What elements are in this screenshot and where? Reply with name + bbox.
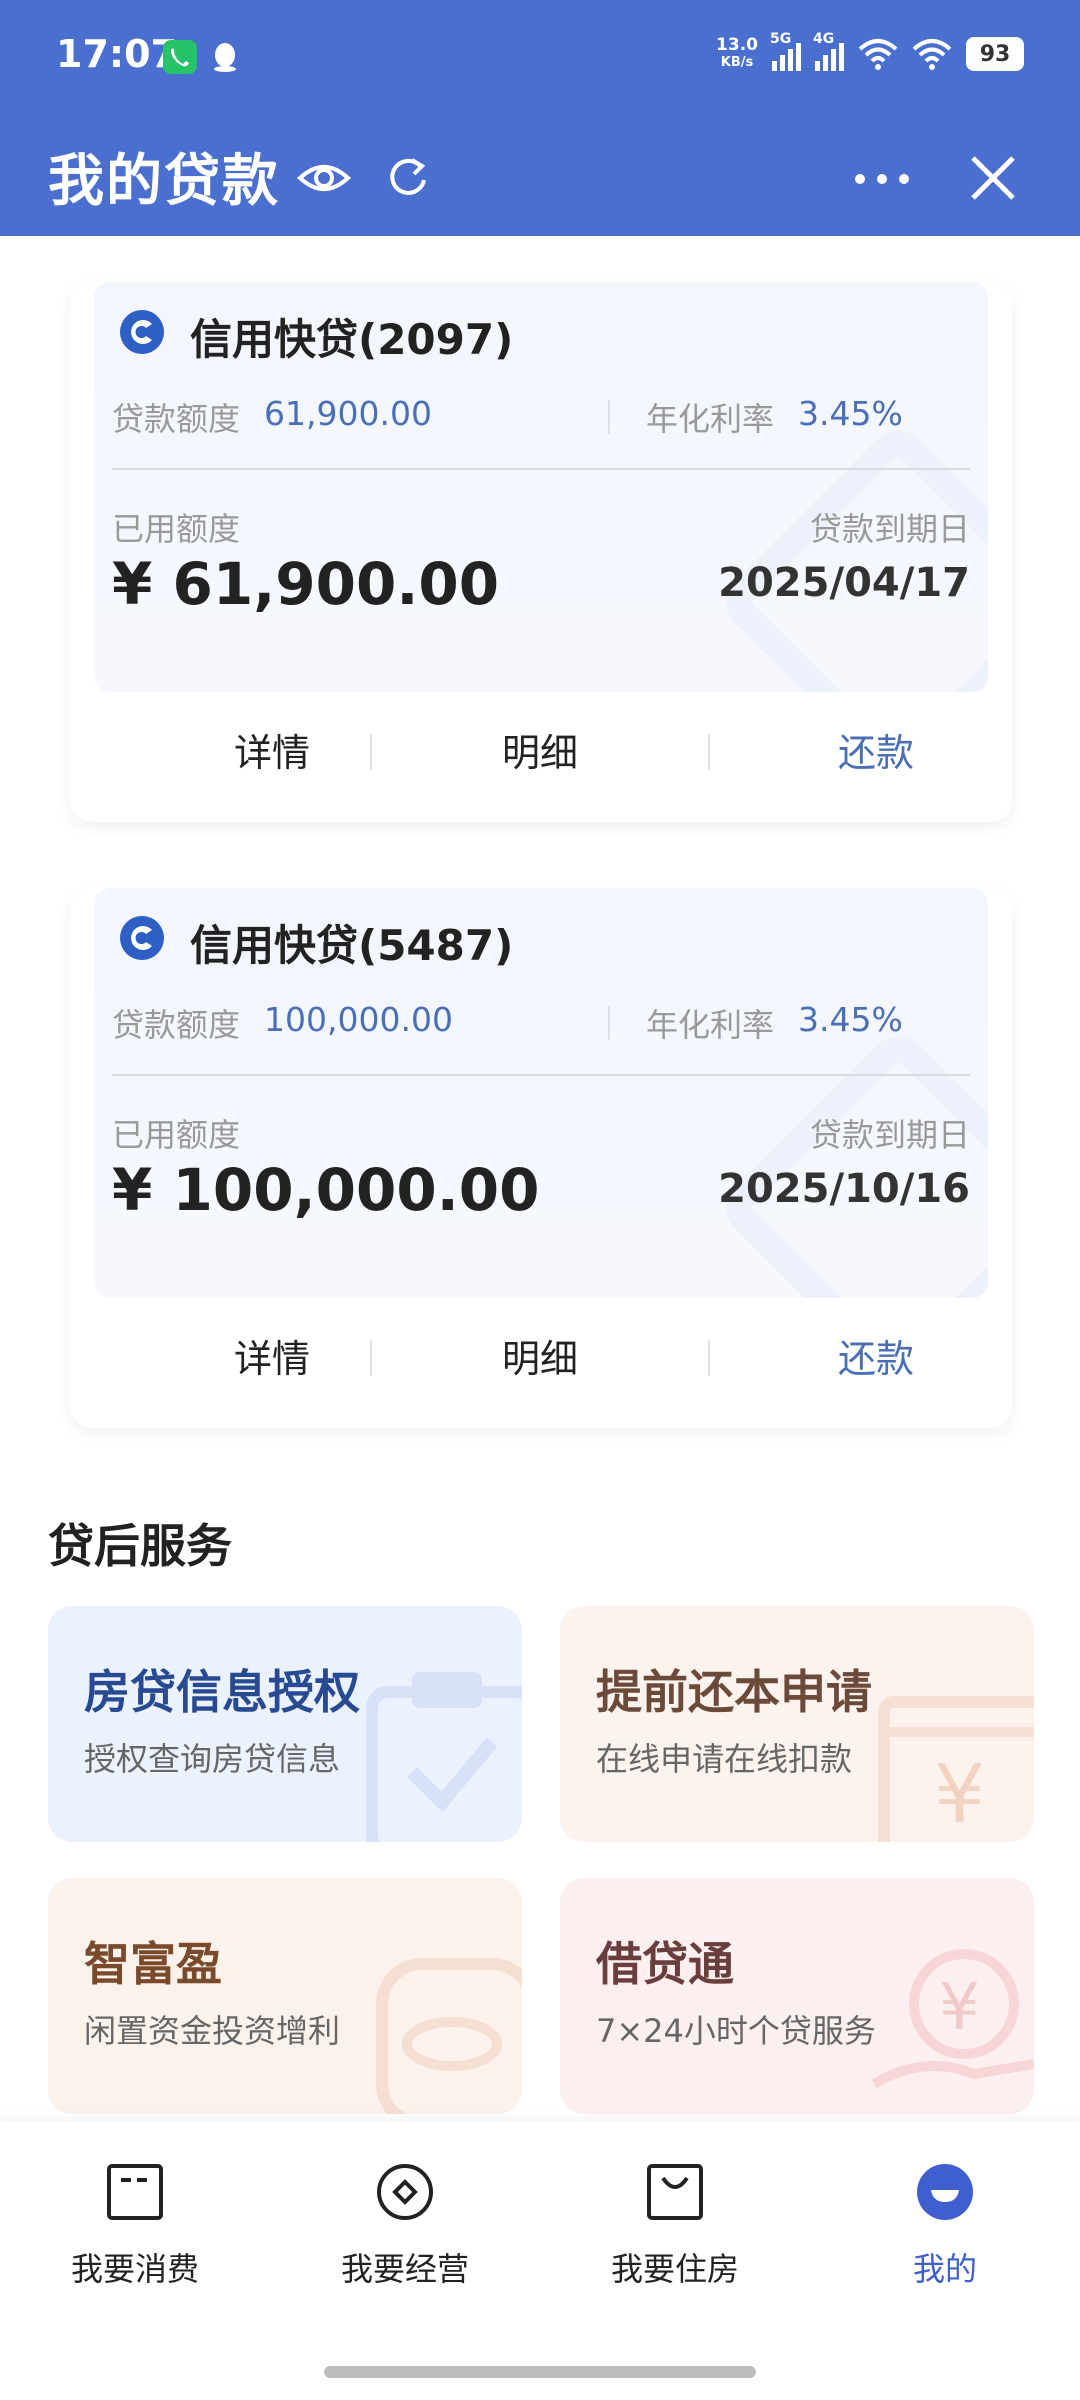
eye-icon[interactable] [296, 150, 352, 206]
home-indicator[interactable] [324, 2366, 756, 2378]
loan-name: 信用快贷(5487) [190, 921, 514, 970]
bank-logo-icon [120, 916, 164, 960]
service-title: 智富盈 [84, 1937, 222, 1991]
divider [708, 1340, 710, 1376]
loan-card: 信用快贷(2097) 贷款额度 61,900.00 年化利率 3.45% 已用额… [70, 282, 1012, 822]
service-desc: 授权查询房贷信息 [84, 1740, 341, 1778]
service-wealth-investment[interactable]: 智富盈 闲置资金投资增利 [48, 1878, 522, 2114]
records-button[interactable]: 明细 [390, 722, 690, 777]
used-amount: ¥ 100,000.00 [112, 1156, 540, 1224]
status-indicators: 13.0 KB/s 5G 4G 93 [716, 31, 1024, 72]
service-desc: 在线申请在线扣款 [596, 1740, 853, 1778]
signal-4g-icon: 4G [813, 31, 844, 71]
invoice-yuan-icon: ¥ [878, 1696, 1034, 1842]
details-button[interactable]: 详情 [122, 1328, 422, 1383]
due-label: 贷款到期日 [809, 1116, 970, 1154]
more-icon[interactable] [850, 164, 914, 194]
wallet-icon [107, 2164, 163, 2220]
nav-item-business[interactable]: 我要经营 [270, 2162, 540, 2292]
nav-item-consumption[interactable]: 我要消费 [0, 2162, 270, 2292]
repay-button[interactable]: 还款 [726, 1328, 1026, 1383]
used-label: 已用额度 [112, 1116, 241, 1154]
loan-summary[interactable]: 信用快贷(2097) 贷款额度 61,900.00 年化利率 3.45% 已用额… [94, 282, 988, 692]
service-title: 借贷通 [596, 1937, 734, 1991]
used-label: 已用额度 [112, 510, 241, 548]
loan-name: 信用快贷(2097) [190, 315, 514, 364]
rate-label: 年化利率 [646, 1006, 775, 1044]
loan-card: 信用快贷(5487) 贷款额度 100,000.00 年化利率 3.45% 已用… [70, 888, 1012, 1428]
divider [370, 734, 372, 770]
service-loan-service[interactable]: ¥ 借贷通 7×24小时个贷服务 [560, 1878, 1034, 2114]
service-mortgage-authorization[interactable]: 房贷信息授权 授权查询房贷信息 [48, 1606, 522, 1842]
nav-label: 我要住房 [610, 2250, 739, 2288]
svg-text:¥: ¥ [939, 1971, 980, 2045]
rate-value: 3.45% [798, 394, 903, 433]
hand-coin-icon: ¥ [871, 1949, 1034, 2089]
close-icon[interactable] [965, 150, 1021, 206]
repay-button[interactable]: 还款 [726, 722, 1026, 777]
title-bar: 我的贷款 [0, 112, 1080, 236]
due-label: 贷款到期日 [809, 510, 970, 548]
bottom-nav: 我要消费 我要经营 我要住房 我的 [0, 2122, 1080, 2400]
rate-label: 年化利率 [646, 400, 775, 438]
divider [370, 1340, 372, 1376]
rate-value: 3.45% [798, 1000, 903, 1039]
watermark-decoration [714, 1024, 988, 1298]
signal-5g-icon: 5G [770, 31, 801, 71]
service-early-repayment[interactable]: ¥ 提前还本申请 在线申请在线扣款 [560, 1606, 1034, 1842]
page-title: 我的贷款 [48, 149, 280, 214]
battery-icon: 93 [966, 37, 1024, 71]
status-bar: 17:07 13.0 KB/s 5G 4G 93 [0, 0, 1080, 112]
divider [608, 400, 610, 434]
header: 17:07 13.0 KB/s 5G 4G 93 我的贷款 [0, 0, 1080, 236]
nav-label: 我的 [912, 2250, 977, 2288]
records-button[interactable]: 明细 [390, 1328, 690, 1383]
svg-text:¥: ¥ [934, 1748, 985, 1841]
wifi-icon-2 [912, 39, 952, 70]
limit-label: 贷款额度 [112, 1006, 241, 1044]
phone-app-icon [163, 40, 197, 74]
nav-label: 我要消费 [70, 2250, 199, 2288]
divider [708, 734, 710, 770]
nav-label: 我要经营 [340, 2250, 469, 2288]
service-title: 提前还本申请 [596, 1665, 872, 1719]
loan-actions: 详情 明细 还款 [70, 1328, 1012, 1418]
clipboard-check-icon [366, 1672, 522, 1842]
wifi-icon [858, 39, 898, 70]
refresh-icon[interactable] [382, 150, 432, 206]
divider [608, 1006, 610, 1040]
status-time: 17:07 [56, 32, 177, 76]
loan-summary[interactable]: 信用快贷(5487) 贷款额度 100,000.00 年化利率 3.45% 已用… [94, 888, 988, 1298]
due-date: 2025/04/17 [718, 560, 970, 606]
due-date: 2025/10/16 [718, 1166, 970, 1212]
divider-line [112, 468, 970, 470]
section-title: 贷后服务 [48, 1519, 232, 1573]
nav-item-mine[interactable]: 我的 [810, 2162, 1080, 2292]
loan-actions: 详情 明细 还款 [70, 722, 1012, 812]
used-amount: ¥ 61,900.00 [112, 550, 500, 618]
limit-value: 61,900.00 [264, 394, 432, 433]
service-desc: 闲置资金投资增利 [84, 2012, 341, 2050]
diamond-icon [377, 2164, 433, 2220]
watermark-decoration [714, 418, 988, 692]
divider-line [112, 1074, 970, 1076]
service-desc: 7×24小时个贷服务 [596, 2012, 876, 2050]
details-button[interactable]: 详情 [122, 722, 422, 777]
profile-icon [917, 2164, 973, 2220]
qq-icon [208, 40, 242, 74]
limit-label: 贷款额度 [112, 400, 241, 438]
limit-value: 100,000.00 [264, 1000, 453, 1039]
service-title: 房贷信息授权 [84, 1665, 360, 1719]
net-speed: 13.0 KB/s [716, 35, 758, 70]
nav-item-housing[interactable]: 我要住房 [540, 2162, 810, 2292]
bank-logo-icon [120, 310, 164, 354]
gold-ingot-icon [376, 1958, 522, 2114]
bag-icon [647, 2164, 703, 2220]
